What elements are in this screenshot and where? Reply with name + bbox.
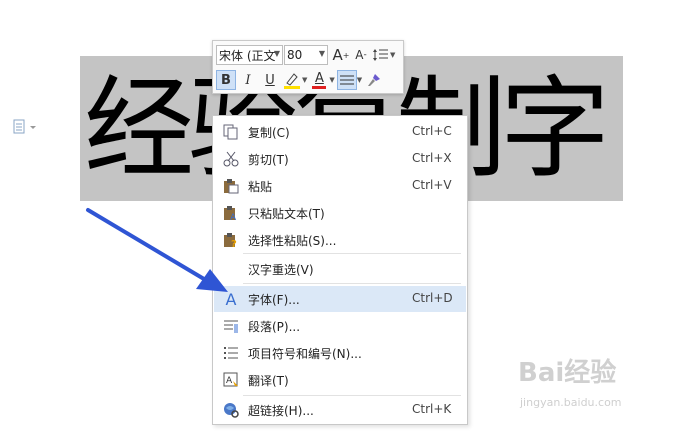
watermark-logo: Bai经验 xyxy=(518,358,617,388)
watermark-url: jingyan.baidu.com xyxy=(520,396,622,409)
baidu-watermark: Bai经验 jingyan.baidu.com xyxy=(512,352,672,412)
